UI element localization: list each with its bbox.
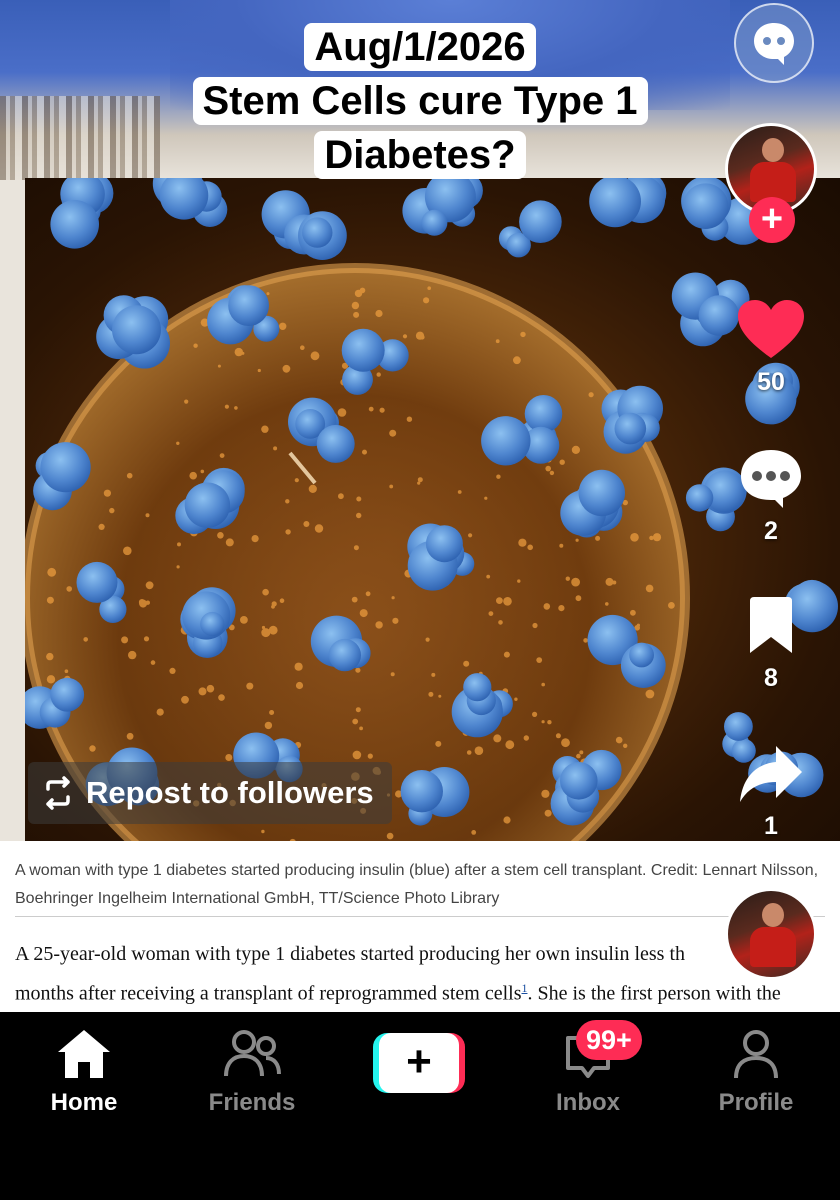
repost-icon: [46, 776, 70, 810]
article-line-2-end: . She is the first person with the: [527, 982, 781, 1005]
bookshelf-background: [0, 96, 160, 180]
nav-friends[interactable]: Friends: [182, 1028, 322, 1117]
video-frame[interactable]: Aug/1/2026 Stem Cells cure Type 1 Diabet…: [0, 0, 840, 1012]
article-text: A 25-year-old woman with type 1 diabetes…: [15, 937, 840, 1011]
cell-micrograph: [25, 178, 838, 841]
comment-count: 2: [764, 517, 778, 545]
like-count: 50: [757, 368, 785, 396]
nav-inbox-label: Inbox: [556, 1089, 620, 1116]
sound-disc-avatar[interactable]: [725, 888, 817, 980]
comment-dots-icon: [741, 450, 801, 508]
title-line-3: Diabetes?: [314, 131, 526, 179]
create-button[interactable]: +: [373, 1033, 465, 1093]
title-line-2: Stem Cells cure Type 1: [192, 77, 648, 125]
follow-button[interactable]: +: [749, 197, 795, 243]
heart-icon: [738, 300, 804, 358]
video-title: Aug/1/2026 Stem Cells cure Type 1 Diabet…: [150, 20, 690, 182]
chat-bubble-icon: [754, 23, 794, 65]
nav-home[interactable]: Home: [14, 1028, 154, 1117]
caption-divider: [15, 916, 825, 917]
profile-icon: [734, 1030, 778, 1079]
share-button[interactable]: [733, 744, 809, 809]
repost-label: Repost to followers: [86, 775, 374, 810]
nav-friends-label: Friends: [208, 1089, 296, 1116]
nav-home-label: Home: [50, 1089, 118, 1116]
messenger-button[interactable]: [734, 3, 814, 83]
like-button[interactable]: [733, 298, 809, 367]
article-line-1: A 25-year-old woman with type 1 diabetes…: [15, 943, 686, 965]
bookmark-icon: [750, 597, 792, 653]
share-count: 1: [764, 812, 778, 840]
save-count: 8: [764, 664, 778, 692]
comment-button[interactable]: [733, 446, 809, 515]
repost-button[interactable]: Repost to followers: [28, 762, 392, 824]
article-snippet: A woman with type 1 diabetes started pro…: [0, 841, 840, 1012]
article-line-2: months after receiving a transplant of r…: [15, 971, 840, 1011]
inbox-badge: 99+: [576, 1020, 642, 1060]
nav-profile-label: Profile: [718, 1089, 794, 1116]
bottom-nav: Home Friends + Inbox 99+ Profile: [0, 1012, 840, 1200]
share-arrow-icon: [740, 746, 802, 802]
save-button[interactable]: [733, 597, 809, 660]
friends-icon: [224, 1030, 281, 1077]
stem-cell-image: [25, 178, 840, 841]
nav-profile[interactable]: Profile: [686, 1028, 826, 1117]
article-line-2-text: months after receiving a transplant of r…: [15, 982, 522, 1005]
image-caption: A woman with type 1 diabetes started pro…: [15, 862, 819, 907]
create-plus-icon: +: [379, 1033, 459, 1093]
title-line-1: Aug/1/2026: [304, 23, 536, 71]
home-icon: [58, 1030, 110, 1078]
